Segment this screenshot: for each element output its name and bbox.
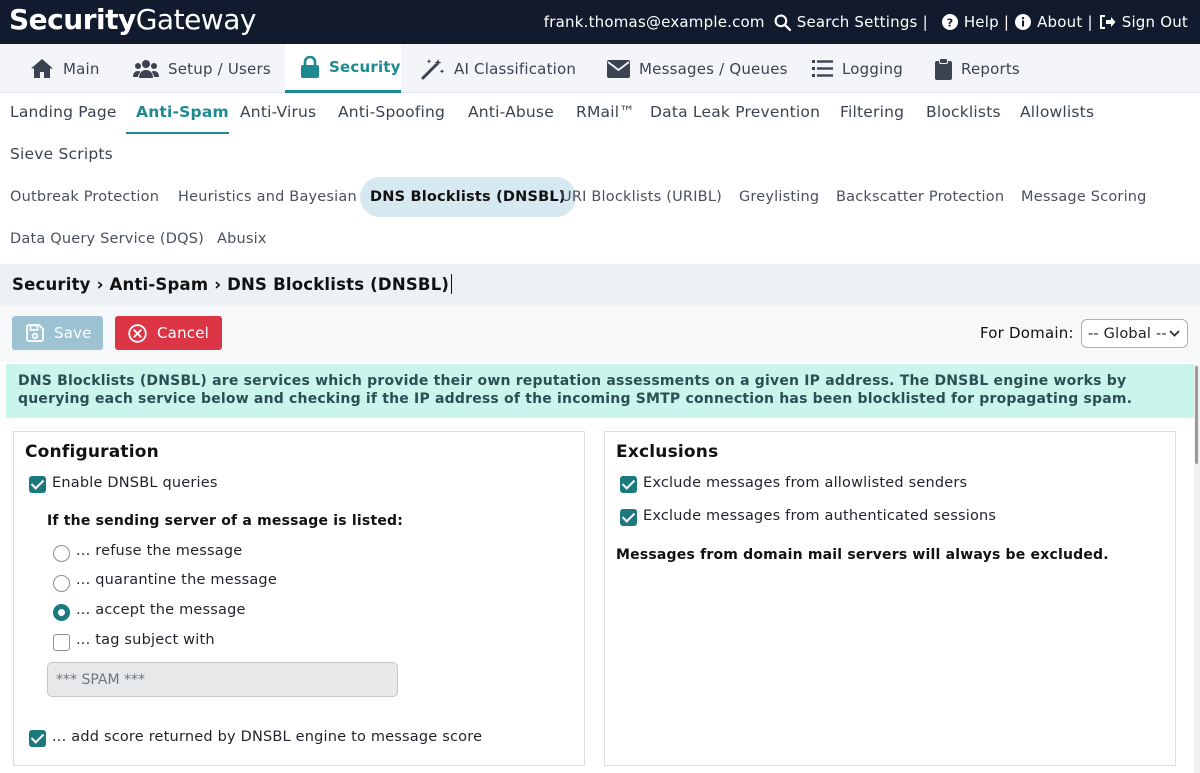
tab-rmail[interactable]: RMail™ [576,103,635,121]
enable-dnsbl-checkbox[interactable] [29,476,46,493]
users-icon [133,59,159,78]
tag-subject-input[interactable] [47,662,398,697]
envelope-icon [607,59,630,78]
quarantine-radio[interactable] [53,575,70,592]
tab-data-leak-prevention[interactable]: Data Leak Prevention [650,103,820,121]
toolbar: Save Cancel For Domain: -- Global -- [0,306,1200,362]
tab-uri-blocklists[interactable]: URI Blocklists (URIBL) [561,189,722,205]
tab-backscatter-protection[interactable]: Backscatter Protection [836,189,1004,205]
tab-message-scoring[interactable]: Message Scoring [1021,189,1147,205]
tab-main[interactable]: Main [30,44,100,93]
svg-text:?: ? [947,16,954,29]
tag-subject-checkbox[interactable] [53,634,70,651]
tab-security[interactable]: Security [285,44,401,93]
exclude-authenticated-label: Exclude messages from authenticated sess… [643,508,997,524]
add-score-checkbox[interactable] [29,730,46,747]
tab-anti-spam[interactable]: Anti-Spam [136,103,229,121]
tab-outbreak-protection[interactable]: Outbreak Protection [10,189,159,205]
clipboard-icon [935,57,952,80]
cancel-button[interactable]: Cancel [115,316,222,350]
search-settings-link[interactable]: Search Settings [774,13,918,31]
enable-dnsbl-label: Enable DNSBL queries [52,475,218,491]
top-bar: SecurityGateway frank.thomas@example.com… [0,0,1200,44]
tab-setup-users[interactable]: Setup / Users [133,44,271,93]
about-link[interactable]: About [1015,13,1082,31]
help-icon: ? [941,14,958,30]
tab-data-query-service[interactable]: Data Query Service (DQS) [10,231,204,247]
exclusions-panel: Exclusions Exclude messages from allowli… [604,431,1176,766]
tab-sieve-scripts[interactable]: Sieve Scripts [10,145,113,163]
cancel-icon [128,323,147,343]
scrollbar-thumb[interactable] [1195,366,1198,464]
configuration-title: Configuration [25,442,159,462]
breadcrumb-bar: Security › Anti-Spam › DNS Blocklists (D… [0,264,1200,306]
tag-subject-label: ... tag subject with [76,632,215,648]
app-logo[interactable]: SecurityGateway [9,3,256,36]
sign-out-link[interactable]: Sign Out [1099,13,1188,31]
search-icon [774,14,791,31]
tab-reports[interactable]: Reports [935,44,1020,93]
exclude-authenticated-checkbox[interactable] [620,509,637,526]
separator: | [1087,13,1093,31]
accept-label: ... accept the message [76,602,246,618]
refuse-radio[interactable] [53,545,70,562]
third-nav: Outbreak Protection Heuristics and Bayes… [0,176,1200,264]
tab-logging[interactable]: Logging [812,44,903,93]
separator: | [1003,13,1010,31]
add-score-label: ... add score returned by DNSBL engine t… [52,729,483,745]
info-banner: DNS Blocklists (DNSBL) are services whic… [6,364,1194,418]
magic-wand-icon [421,58,445,79]
domain-label: For Domain: [980,324,1074,342]
tab-landing-page[interactable]: Landing Page [10,103,117,121]
save-button[interactable]: Save [12,316,103,350]
exclusions-title: Exclusions [616,442,719,462]
exclusions-note: Messages from domain mail servers will a… [616,547,1109,563]
sign-out-icon [1099,15,1116,29]
exclude-allowlisted-checkbox[interactable] [620,476,637,493]
listed-heading: If the sending server of a message is li… [47,513,404,529]
chevron-down-icon [1169,330,1180,337]
domain-select[interactable]: -- Global -- [1081,319,1188,348]
exclude-allowlisted-label: Exclude messages from allowlisted sender… [643,475,968,491]
lock-icon [301,56,319,78]
sub-nav: Landing Page Anti-Spam Anti-Virus Anti-S… [0,93,1200,176]
configuration-panel: Configuration Enable DNSBL queries If th… [13,431,585,766]
tab-messages-queues[interactable]: Messages / Queues [607,44,788,93]
quarantine-label: ... quarantine the message [76,572,277,588]
refuse-label: ... refuse the message [76,543,243,559]
tab-anti-abuse[interactable]: Anti-Abuse [468,103,554,121]
info-icon [1015,14,1032,30]
tab-ai-classification[interactable]: AI Classification [421,44,576,93]
list-icon [812,60,833,77]
save-icon [26,324,44,342]
tab-anti-virus[interactable]: Anti-Virus [240,103,316,121]
accept-radio[interactable] [53,604,70,621]
tab-blocklists[interactable]: Blocklists [926,103,1001,121]
tab-abusix[interactable]: Abusix [217,231,267,247]
domain-select-value: -- Global -- [1088,325,1167,342]
breadcrumb: Security › Anti-Spam › DNS Blocklists (D… [12,274,453,294]
active-tab-underline [126,132,229,134]
tab-heuristics-bayesian[interactable]: Heuristics and Bayesian [178,189,357,205]
user-email[interactable]: frank.thomas@example.com [544,13,765,31]
tab-dns-blocklists[interactable]: DNS Blocklists (DNSBL) [360,177,576,217]
tab-anti-spoofing[interactable]: Anti-Spoofing [338,103,445,121]
separator: | [922,13,928,31]
tab-allowlists[interactable]: Allowlists [1020,103,1094,121]
text-cursor [451,274,453,294]
main-nav: Main Setup / Users Security AI Classific… [0,44,1200,93]
home-icon [31,59,53,78]
top-links: frank.thomas@example.com Search Settings… [544,0,1188,44]
tab-filtering[interactable]: Filtering [840,103,904,121]
tab-greylisting[interactable]: Greylisting [739,189,819,205]
help-link[interactable]: ? Help [941,13,999,31]
